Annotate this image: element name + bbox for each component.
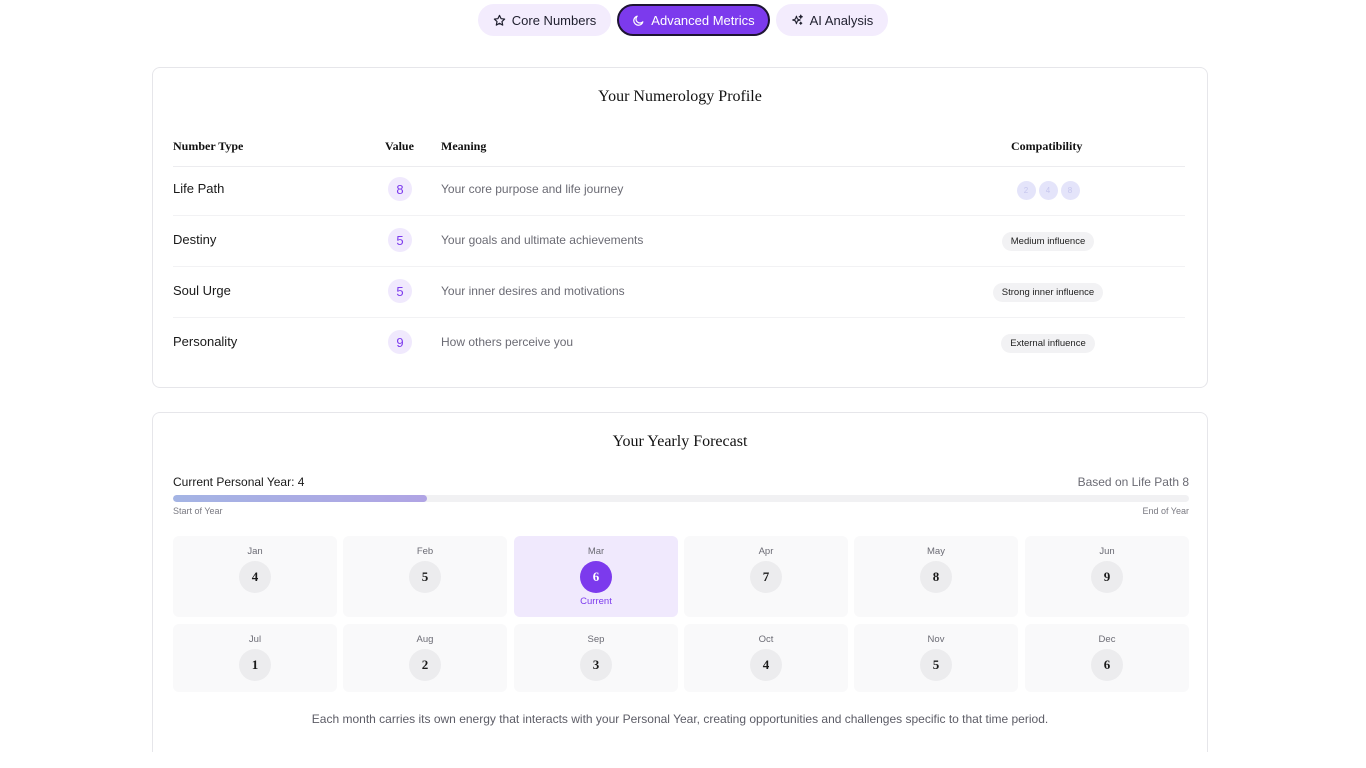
month-card-aug[interactable]: Aug 2 xyxy=(343,624,507,692)
header-meaning: Meaning xyxy=(441,139,487,153)
month-number: 6 xyxy=(580,561,612,593)
month-number: 6 xyxy=(1091,649,1123,681)
compatible-number: 8 xyxy=(1060,180,1080,200)
number-value: 8 xyxy=(388,177,412,201)
tab-core-numbers[interactable]: Core Numbers xyxy=(477,4,612,36)
start-of-year-label: Start of Year xyxy=(173,506,223,516)
table-row: Soul Urge 5 Your inner desires and motiv… xyxy=(173,267,1185,318)
compatible-number: 4 xyxy=(1038,180,1058,200)
year-progress-fill xyxy=(173,495,427,502)
header-compatibility: Compatibility xyxy=(1011,139,1083,153)
current-month-label: Current xyxy=(580,596,612,607)
month-card-jun[interactable]: Jun 9 xyxy=(1025,536,1189,617)
number-value: 5 xyxy=(388,228,412,252)
month-card-dec[interactable]: Dec 6 xyxy=(1025,624,1189,692)
number-type: Destiny xyxy=(173,232,217,247)
tab-label: AI Analysis xyxy=(809,12,874,28)
month-name: Jun xyxy=(1099,546,1115,557)
month-name: Mar xyxy=(587,546,605,557)
number-type: Life Path xyxy=(173,181,225,196)
compatibility-numbers: 2 4 8 xyxy=(948,165,1148,215)
compatible-number: 2 xyxy=(1016,180,1036,200)
month-card-feb[interactable]: Feb 5 xyxy=(343,536,507,617)
based-on-label: Based on Life Path 8 xyxy=(1077,475,1189,489)
tab-label: Core Numbers xyxy=(511,12,597,28)
table-row: Destiny 5 Your goals and ultimate achiev… xyxy=(173,216,1185,267)
month-number: 1 xyxy=(239,649,271,681)
month-card-jan[interactable]: Jan 4 xyxy=(173,536,337,617)
profile-table-header: Number Type Value Meaning Compatibility xyxy=(173,139,1185,167)
table-row: Personality 9 How others perceive you Ex… xyxy=(173,318,1185,369)
month-number: 4 xyxy=(750,649,782,681)
month-card-oct[interactable]: Oct 4 xyxy=(684,624,848,692)
metrics-tab-bar: Core Numbers Advanced Metrics AI Analysi… xyxy=(0,4,1366,36)
month-number: 3 xyxy=(580,649,612,681)
month-card-mar[interactable]: Mar 6 Current xyxy=(514,536,678,617)
header-value: Value xyxy=(385,139,414,153)
table-row: Life Path 8 Your core purpose and life j… xyxy=(173,165,1185,216)
month-name: Jan xyxy=(247,546,263,557)
influence-badge: External influence xyxy=(1001,334,1095,353)
numerology-profile-card: Your Numerology Profile Number Type Valu… xyxy=(152,67,1208,388)
number-meaning: Your inner desires and motivations xyxy=(441,284,625,298)
month-number: 4 xyxy=(239,561,271,593)
star-icon xyxy=(493,14,506,26)
number-meaning: Your core purpose and life journey xyxy=(441,182,624,196)
month-number: 9 xyxy=(1091,561,1123,593)
month-card-nov[interactable]: Nov 5 xyxy=(854,624,1018,692)
month-number: 5 xyxy=(409,561,441,593)
forecast-title: Your Yearly Forecast xyxy=(612,433,748,450)
month-name: Oct xyxy=(758,634,774,645)
month-number: 8 xyxy=(920,561,952,593)
month-name: Apr xyxy=(758,546,774,557)
number-type: Personality xyxy=(173,334,238,349)
month-name: Jul xyxy=(248,634,262,645)
compatibility-cell: Strong inner influence xyxy=(948,267,1148,317)
forecast-footnote: Each month carries its own energy that i… xyxy=(311,712,1049,726)
month-name: Aug xyxy=(416,634,434,645)
number-type: Soul Urge xyxy=(173,283,231,298)
month-name: May xyxy=(927,546,945,557)
compatibility-cell: Medium influence xyxy=(948,216,1148,266)
month-number: 7 xyxy=(750,561,782,593)
tab-ai-analysis[interactable]: AI Analysis xyxy=(775,4,889,36)
influence-badge: Strong inner influence xyxy=(992,282,1104,302)
number-meaning: Your goals and ultimate achievements xyxy=(441,233,644,247)
month-number: 2 xyxy=(409,649,441,681)
number-meaning: How others perceive you xyxy=(441,335,574,349)
moon-icon xyxy=(633,15,644,26)
personal-year-label: Current Personal Year: 4 xyxy=(173,475,305,489)
month-name: Nov xyxy=(927,634,945,645)
profile-title: Your Numerology Profile xyxy=(598,88,762,105)
month-number: 5 xyxy=(920,649,952,681)
tab-label: Advanced Metrics xyxy=(651,12,755,28)
month-name: Dec xyxy=(1098,634,1116,645)
yearly-forecast-card: Your Yearly Forecast Current Personal Ye… xyxy=(152,412,1208,752)
month-card-sep[interactable]: Sep 3 xyxy=(514,624,678,692)
end-of-year-label: End of Year xyxy=(1142,506,1189,516)
month-card-may[interactable]: May 8 xyxy=(854,536,1018,617)
influence-badge: Medium influence xyxy=(1001,231,1095,251)
month-card-apr[interactable]: Apr 7 xyxy=(684,536,848,617)
month-card-jul[interactable]: Jul 1 xyxy=(173,624,337,692)
header-number-type: Number Type xyxy=(173,139,244,153)
number-value: 5 xyxy=(388,279,412,303)
month-name: Feb xyxy=(416,546,434,557)
number-value: 9 xyxy=(388,330,412,354)
tab-advanced-metrics[interactable]: Advanced Metrics xyxy=(617,4,770,36)
compatibility-cell: External influence xyxy=(948,318,1148,369)
year-progress-bar xyxy=(173,495,1189,502)
sparkles-icon xyxy=(791,14,803,25)
month-name: Sep xyxy=(587,634,605,645)
